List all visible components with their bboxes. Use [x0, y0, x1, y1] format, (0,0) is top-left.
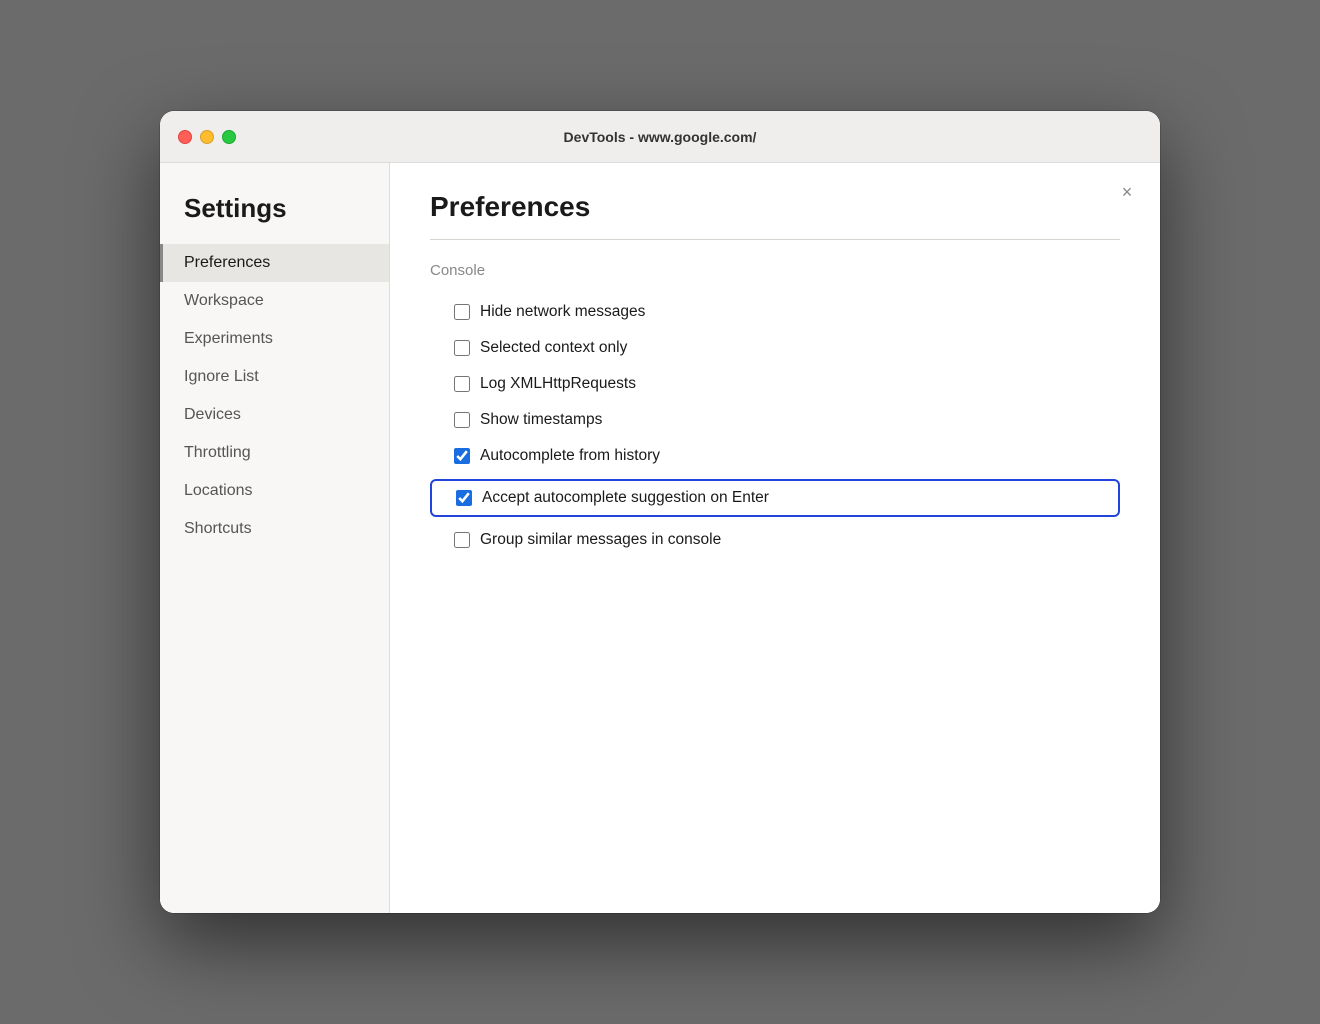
group-similar-checkbox[interactable] — [454, 532, 470, 548]
subsection-title: Console — [430, 262, 1120, 279]
sidebar-item-workspace[interactable]: Workspace — [160, 282, 389, 320]
show-timestamps-label: Show timestamps — [480, 411, 602, 429]
maximize-button[interactable] — [222, 130, 236, 144]
selected-context-checkbox[interactable] — [454, 340, 470, 356]
autocomplete-history-checkbox[interactable] — [454, 448, 470, 464]
sidebar-item-preferences[interactable]: Preferences — [160, 244, 389, 282]
accept-autocomplete-label: Accept autocomplete suggestion on Enter — [482, 489, 769, 507]
close-icon[interactable]: × — [1116, 181, 1138, 203]
traffic-lights — [178, 130, 236, 144]
checkbox-accept-autocomplete[interactable]: Accept autocomplete suggestion on Enter — [430, 479, 1120, 517]
sidebar-item-ignore-list[interactable]: Ignore List — [160, 358, 389, 396]
checkbox-show-timestamps[interactable]: Show timestamps — [430, 403, 1120, 437]
sidebar-item-experiments[interactable]: Experiments — [160, 320, 389, 358]
selected-context-label: Selected context only — [480, 339, 627, 357]
group-similar-label: Group similar messages in console — [480, 531, 721, 549]
sidebar-item-throttling[interactable]: Throttling — [160, 434, 389, 472]
close-button[interactable] — [178, 130, 192, 144]
sidebar: Settings Preferences Workspace Experimen… — [160, 163, 390, 913]
hide-network-checkbox[interactable] — [454, 304, 470, 320]
accept-autocomplete-checkbox[interactable] — [456, 490, 472, 506]
checkboxes-group: Hide network messages Selected context o… — [430, 295, 1120, 557]
sidebar-item-locations[interactable]: Locations — [160, 472, 389, 510]
checkbox-log-xml[interactable]: Log XMLHttpRequests — [430, 367, 1120, 401]
checkbox-group-similar[interactable]: Group similar messages in console — [430, 523, 1120, 557]
main-content: × Preferences Console Hide network messa… — [390, 163, 1160, 913]
log-xml-checkbox[interactable] — [454, 376, 470, 392]
window-title: DevTools - www.google.com/ — [564, 129, 757, 145]
minimize-button[interactable] — [200, 130, 214, 144]
content-area: Settings Preferences Workspace Experimen… — [160, 163, 1160, 913]
show-timestamps-checkbox[interactable] — [454, 412, 470, 428]
checkbox-autocomplete-history[interactable]: Autocomplete from history — [430, 439, 1120, 473]
log-xml-label: Log XMLHttpRequests — [480, 375, 636, 393]
sidebar-heading: Settings — [160, 193, 389, 244]
devtools-window: DevTools - www.google.com/ Settings Pref… — [160, 111, 1160, 913]
sidebar-item-devices[interactable]: Devices — [160, 396, 389, 434]
titlebar: DevTools - www.google.com/ — [160, 111, 1160, 163]
checkbox-hide-network[interactable]: Hide network messages — [430, 295, 1120, 329]
hide-network-label: Hide network messages — [480, 303, 645, 321]
divider — [430, 239, 1120, 240]
autocomplete-history-label: Autocomplete from history — [480, 447, 660, 465]
section-title: Preferences — [430, 191, 1120, 223]
checkbox-selected-context[interactable]: Selected context only — [430, 331, 1120, 365]
sidebar-item-shortcuts[interactable]: Shortcuts — [160, 510, 389, 548]
